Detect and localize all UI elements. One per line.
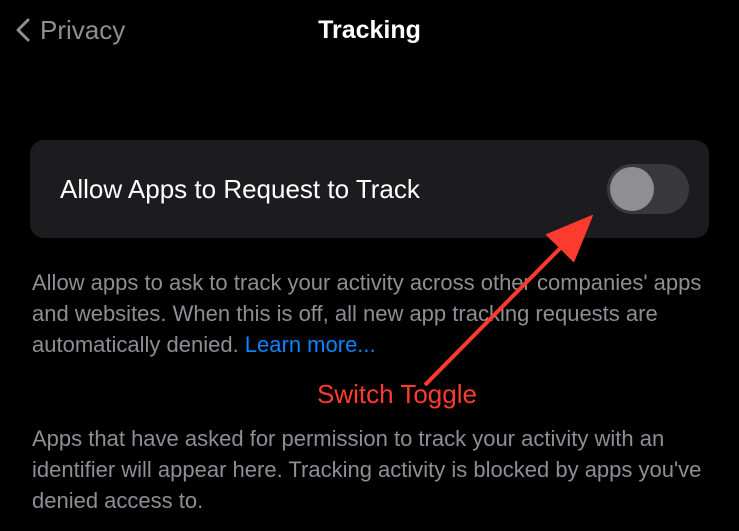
tracking-apps-description: Apps that have asked for permission to t… — [30, 424, 709, 516]
allow-tracking-row: Allow Apps to Request to Track — [30, 140, 709, 238]
chevron-left-icon — [16, 17, 32, 43]
content: Allow Apps to Request to Track Allow app… — [0, 140, 739, 517]
allow-tracking-toggle[interactable] — [607, 164, 689, 214]
back-label: Privacy — [40, 15, 125, 46]
tracking-description: Allow apps to ask to track your activity… — [30, 268, 709, 360]
header: Privacy Tracking — [0, 0, 739, 60]
back-button[interactable]: Privacy — [16, 15, 125, 46]
setting-label: Allow Apps to Request to Track — [60, 174, 420, 205]
toggle-thumb — [610, 167, 654, 211]
learn-more-link[interactable]: Learn more... — [245, 332, 376, 357]
